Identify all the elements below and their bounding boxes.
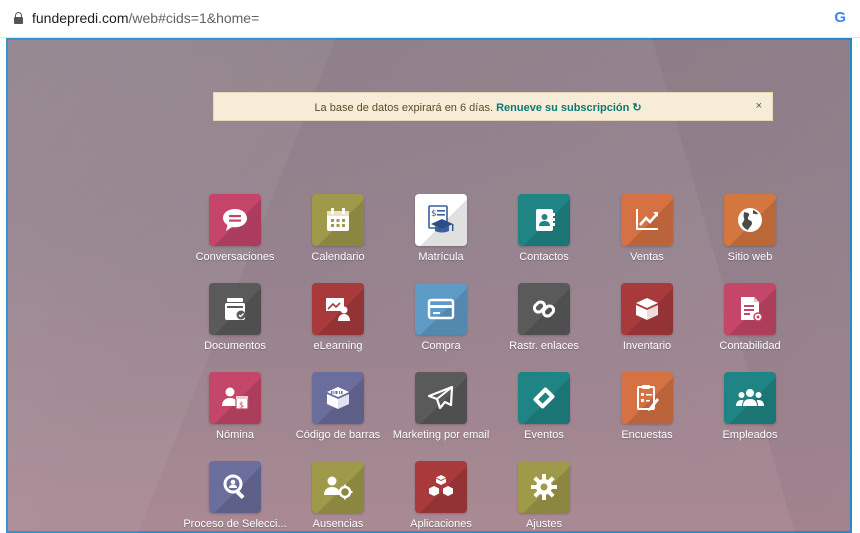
app-employees[interactable]: Empleados (698, 372, 802, 441)
payroll-icon: $ (209, 372, 261, 424)
app-documents[interactable]: Documentos (183, 283, 287, 352)
app-label: Ajustes (525, 518, 563, 530)
app-link-tracker[interactable]: Rastr. enlaces (492, 283, 596, 352)
app-label: Marketing por email (392, 429, 490, 441)
time-off-icon (312, 461, 364, 513)
app-globe[interactable]: Sitio web (698, 194, 802, 263)
app-label: Código de barras (295, 429, 381, 441)
app-label: Calendario (311, 251, 365, 263)
home-menu: La base de datos expirará en 6 días. Ren… (6, 38, 852, 533)
app-label: Inventario (622, 340, 672, 352)
app-label: Conversaciones (195, 251, 275, 263)
expiration-banner: La base de datos expirará en 6 días. Ren… (213, 92, 773, 121)
url-text[interactable]: fundepredi.com/web#cids=1&home= (32, 10, 259, 26)
app-label: Aplicaciones (410, 518, 472, 530)
chat-icon (209, 194, 261, 246)
sales-chart-icon (621, 194, 673, 246)
inventory-box-icon (621, 283, 673, 335)
app-barcode-box[interactable]: Código de barras (286, 372, 390, 441)
app-label: Encuestas (621, 429, 673, 441)
app-label: Ventas (630, 251, 664, 263)
app-label: Contabilidad (719, 340, 781, 352)
app-label: Documentos (204, 340, 266, 352)
close-icon[interactable]: × (756, 100, 762, 112)
app-sales-chart[interactable]: Ventas (595, 194, 699, 263)
app-calendar[interactable]: Calendario (286, 194, 390, 263)
ticket-icon (518, 372, 570, 424)
svg-text:$: $ (431, 209, 437, 219)
documents-icon (209, 283, 261, 335)
refresh-icon[interactable]: ↻ (632, 102, 641, 114)
app-label: Sitio web (727, 251, 773, 263)
app-payroll[interactable]: $ Nómina (183, 372, 287, 441)
app-label: Empleados (722, 429, 778, 441)
svg-text:$: $ (239, 401, 244, 410)
calendar-icon (312, 194, 364, 246)
url-path: /web#cids=1&home= (128, 10, 260, 26)
app-purchase-card[interactable]: Compra (389, 283, 493, 352)
app-inventory-box[interactable]: Inventario (595, 283, 699, 352)
app-chat[interactable]: Conversaciones (183, 194, 287, 263)
app-accounting[interactable]: Contabilidad (698, 283, 802, 352)
renew-subscription-link[interactable]: Renueve su subscripción (496, 102, 629, 114)
google-g-icon[interactable]: G (834, 9, 846, 26)
app-elearning[interactable]: eLearning (286, 283, 390, 352)
app-enrollment[interactable]: $ Matrícula (389, 194, 493, 263)
app-label: eLearning (313, 340, 363, 352)
expiration-message: La base de datos expirará en 6 días. (314, 102, 494, 114)
app-time-off[interactable]: Ausencias (286, 461, 390, 530)
app-survey[interactable]: Encuestas (595, 372, 699, 441)
app-label: Contactos (519, 251, 569, 263)
purchase-card-icon (415, 283, 467, 335)
elearning-icon (312, 283, 364, 335)
app-label: Rastr. enlaces (509, 340, 579, 352)
paper-plane-icon (415, 372, 467, 424)
app-paper-plane[interactable]: Marketing por email (389, 372, 493, 441)
lock-icon (14, 12, 23, 24)
app-label: Compra (421, 340, 461, 352)
app-contacts[interactable]: Contactos (492, 194, 596, 263)
barcode-box-icon (312, 372, 364, 424)
apps-cubes-icon (415, 461, 467, 513)
contacts-icon (518, 194, 570, 246)
app-settings-gear[interactable]: Ajustes (492, 461, 596, 530)
app-label: Nómina (216, 429, 254, 441)
app-label: Eventos (524, 429, 564, 441)
employees-icon (724, 372, 776, 424)
app-label: Ausencias (312, 518, 364, 530)
settings-gear-icon (518, 461, 570, 513)
app-label: Matrícula (418, 251, 464, 263)
app-apps-cubes[interactable]: Aplicaciones (389, 461, 493, 530)
accounting-icon (724, 283, 776, 335)
globe-icon (724, 194, 776, 246)
browser-address-bar[interactable]: fundepredi.com/web#cids=1&home= G (0, 0, 860, 38)
app-recruitment-search[interactable]: Proceso de Selecci... (183, 461, 287, 530)
app-ticket[interactable]: Eventos (492, 372, 596, 441)
recruitment-search-icon (209, 461, 261, 513)
survey-icon (621, 372, 673, 424)
url-host: fundepredi.com (32, 10, 129, 26)
enrollment-icon: $ (415, 194, 467, 246)
link-tracker-icon (518, 283, 570, 335)
app-label: Proceso de Selecci... (183, 518, 287, 530)
